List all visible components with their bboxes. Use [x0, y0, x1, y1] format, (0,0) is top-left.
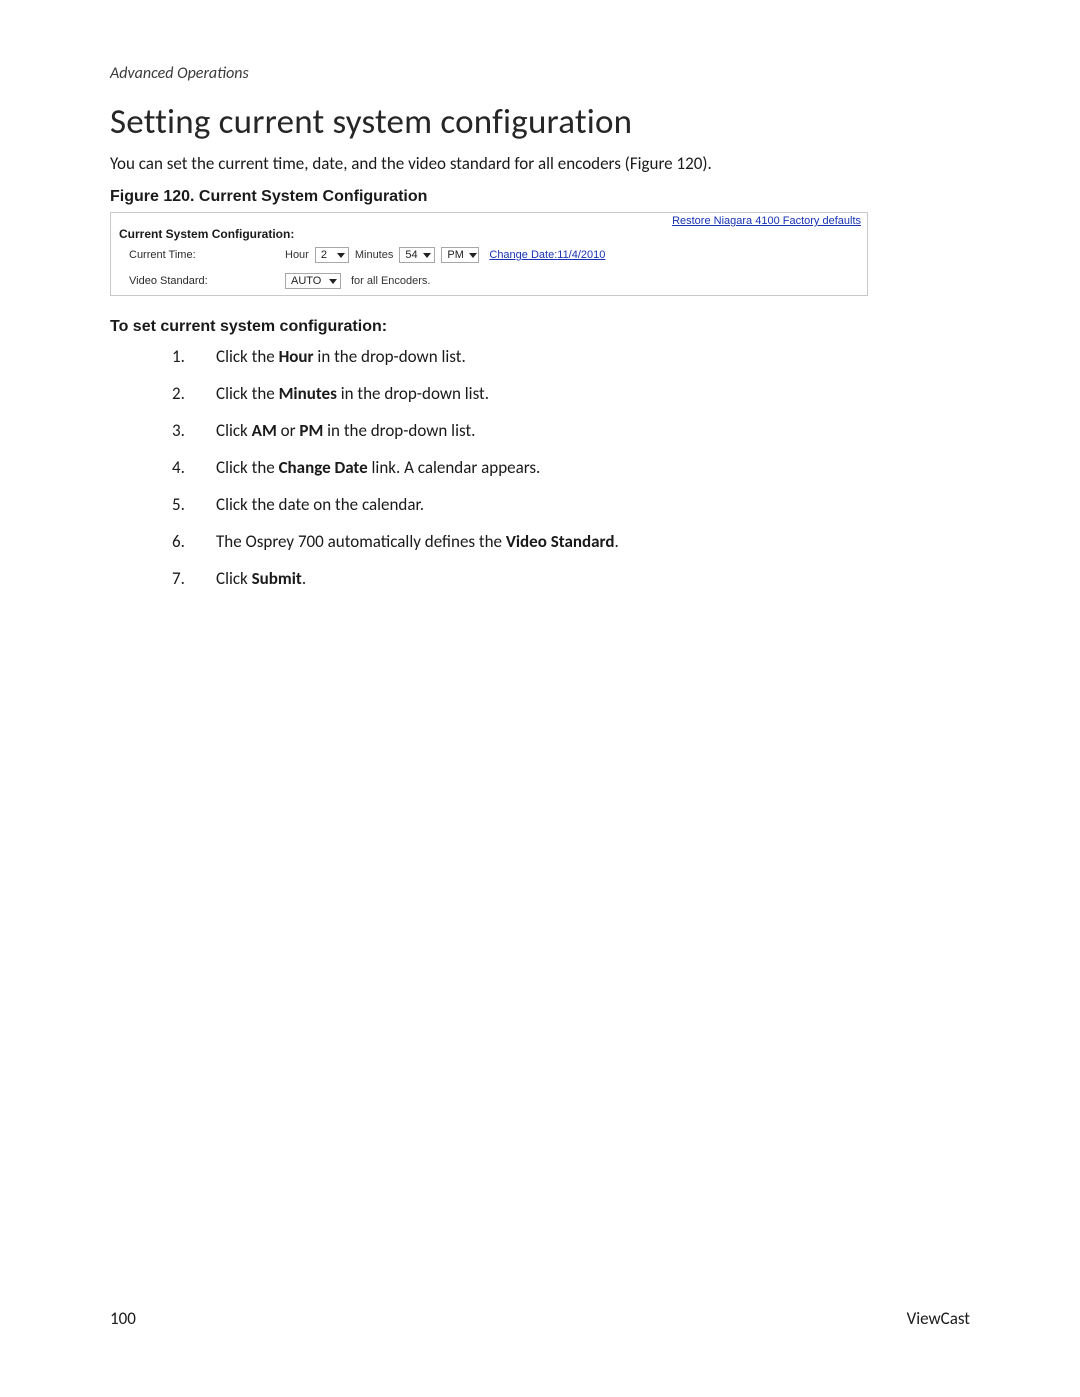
step-text: Click the Change Date link. A calendar a… — [216, 457, 540, 480]
video-standard-row: Video Standard: AUTO for all Encoders. — [111, 269, 867, 295]
video-standard-value: AUTO — [291, 275, 321, 287]
step-number: 4. — [172, 457, 192, 480]
step-text: Click the Hour in the drop-down list. — [216, 346, 466, 369]
steps-heading: To set current system configuration: — [110, 318, 970, 336]
current-time-row: Current Time: Hour 2 Minutes 54 PM Chang… — [111, 243, 867, 269]
video-standard-label: Video Standard: — [129, 275, 279, 287]
change-date-value: 11/4/2010 — [557, 249, 605, 261]
restore-defaults-link[interactable]: Restore Niagara 4100 Factory defaults — [672, 215, 861, 227]
list-item: 3. Click AM or PM in the drop-down list. — [172, 420, 970, 443]
step-text: Click the Minutes in the drop-down list. — [216, 383, 489, 406]
page-number: 100 — [110, 1308, 136, 1329]
ampm-value: PM — [447, 249, 464, 261]
page-footer: 100 ViewCast — [110, 1308, 970, 1329]
step-number: 3. — [172, 420, 192, 443]
steps-list: 1. Click the Hour in the drop-down list.… — [172, 346, 970, 591]
list-item: 6. The Osprey 700 automatically defines … — [172, 531, 970, 554]
chevron-down-icon — [423, 253, 431, 258]
step-number: 5. — [172, 494, 192, 517]
chevron-down-icon — [337, 253, 345, 258]
minutes-select[interactable]: 54 — [399, 247, 435, 263]
list-item: 1. Click the Hour in the drop-down list. — [172, 346, 970, 369]
step-text: Click AM or PM in the drop-down list. — [216, 420, 475, 443]
breadcrumb: Advanced Operations — [110, 64, 970, 83]
current-time-label: Current Time: — [129, 249, 279, 261]
step-text: The Osprey 700 automatically defines the… — [216, 531, 619, 554]
intro-text: You can set the current time, date, and … — [110, 153, 970, 174]
change-date-label: Change Date: — [489, 249, 557, 261]
step-text: Click Submit. — [216, 568, 306, 591]
step-text: Click the date on the calendar. — [216, 494, 424, 517]
step-number: 7. — [172, 568, 192, 591]
step-number: 6. — [172, 531, 192, 554]
chevron-down-icon — [329, 279, 337, 284]
minutes-prefix: Minutes — [355, 249, 394, 261]
hour-prefix: Hour — [285, 249, 309, 261]
list-item: 5. Click the date on the calendar. — [172, 494, 970, 517]
video-standard-select[interactable]: AUTO — [285, 273, 341, 289]
figure-section-title: Current System Configuration: — [111, 227, 867, 243]
hour-value: 2 — [321, 249, 327, 261]
step-number: 1. — [172, 346, 192, 369]
figure-caption: Figure 120. Current System Configuration — [110, 188, 970, 206]
video-standard-suffix: for all Encoders. — [351, 275, 430, 287]
change-date-link[interactable]: Change Date:11/4/2010 — [489, 249, 605, 261]
list-item: 7. Click Submit. — [172, 568, 970, 591]
hour-select[interactable]: 2 — [315, 247, 349, 263]
step-number: 2. — [172, 383, 192, 406]
list-item: 4. Click the Change Date link. A calenda… — [172, 457, 970, 480]
list-item: 2. Click the Minutes in the drop-down li… — [172, 383, 970, 406]
page-title: Setting current system configuration — [110, 101, 970, 143]
brand-name: ViewCast — [907, 1308, 970, 1329]
ampm-select[interactable]: PM — [441, 247, 479, 263]
minutes-value: 54 — [405, 249, 417, 261]
chevron-down-icon — [469, 253, 477, 258]
figure-panel: Restore Niagara 4100 Factory defaults Cu… — [110, 212, 868, 296]
